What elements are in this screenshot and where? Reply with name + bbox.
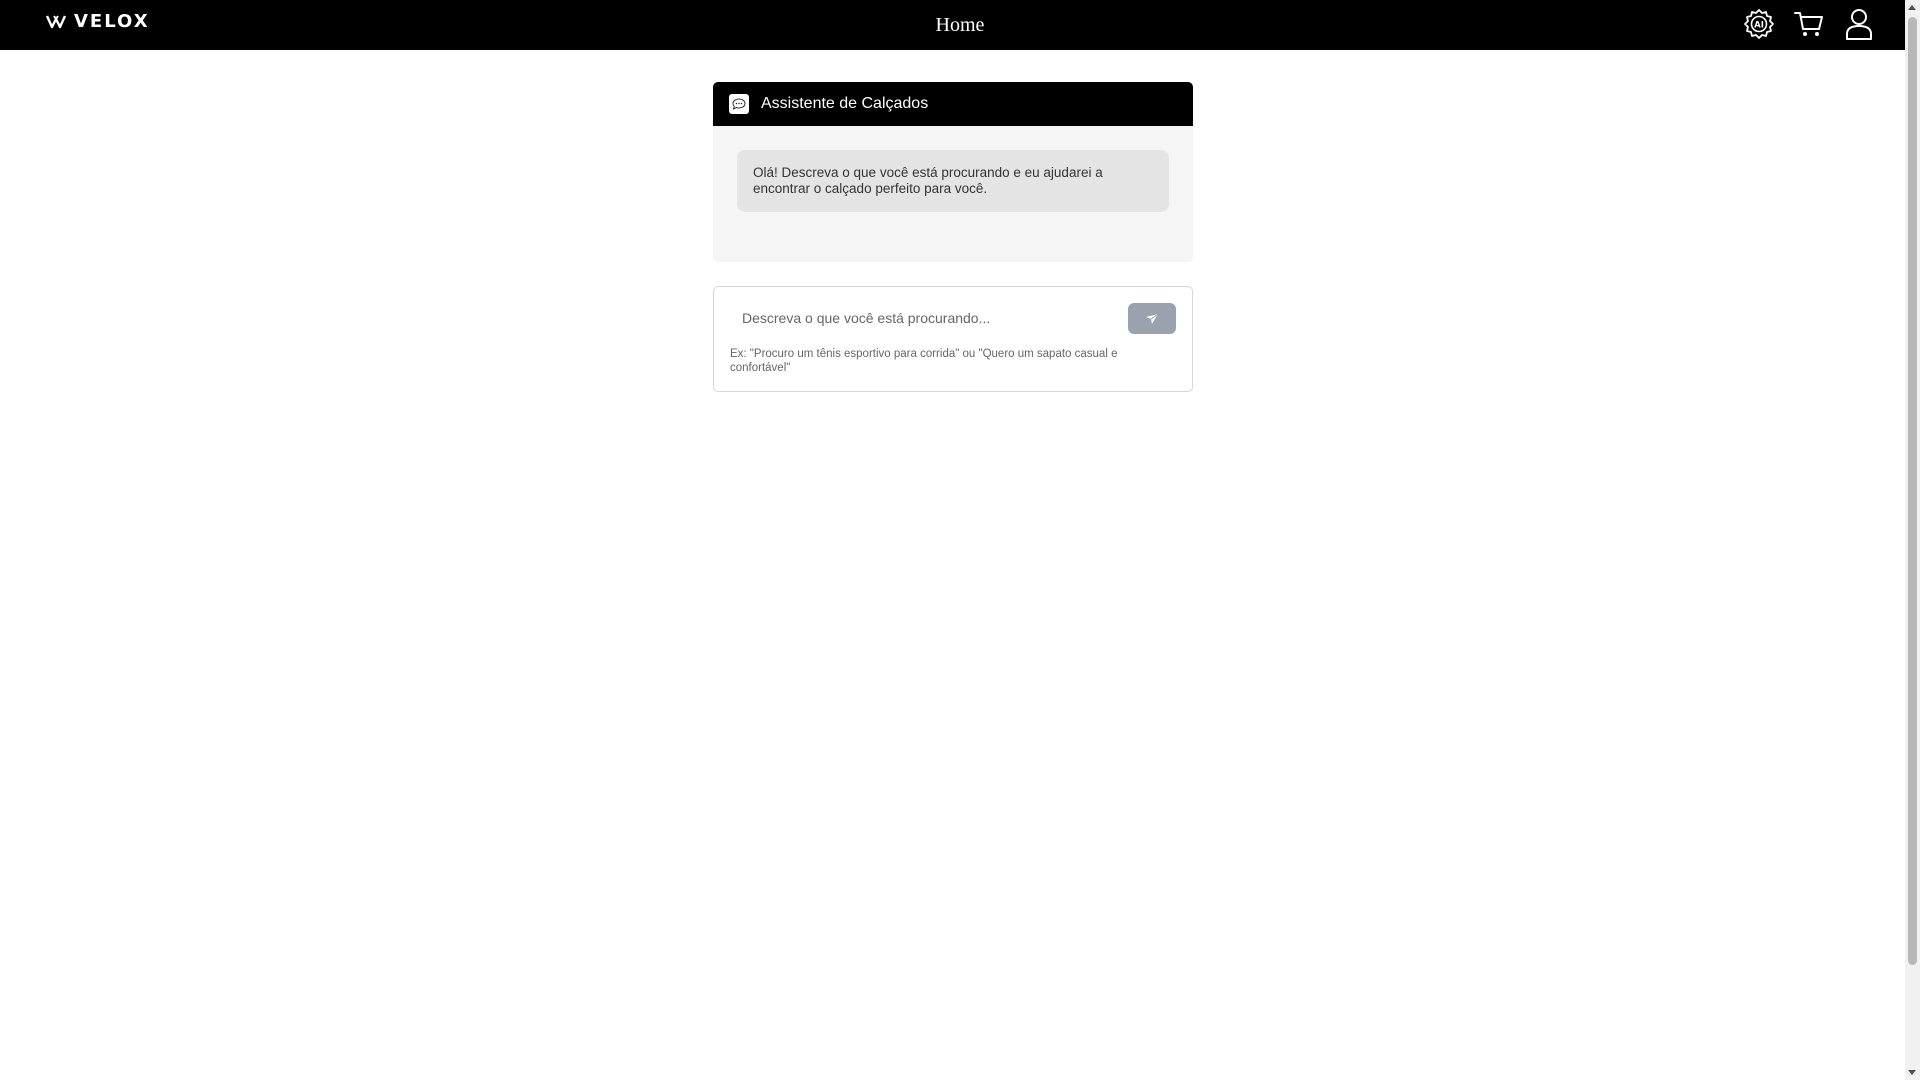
chat-header: Assistente de Calçados <box>713 82 1193 126</box>
chat-icon <box>729 94 749 114</box>
user-icon <box>1846 9 1872 40</box>
logo-text: VELOX <box>74 11 150 32</box>
cart-icon <box>1794 12 1823 36</box>
scroll-up-icon[interactable] <box>1908 5 1916 10</box>
send-icon <box>1146 313 1159 324</box>
scroll-down-icon[interactable] <box>1908 1070 1916 1075</box>
assistant-message: Olá! Descreva o que você está procurando… <box>737 150 1169 212</box>
chat-panel: Assistente de Calçados Olá! Descreva o q… <box>713 82 1193 262</box>
user-account-button[interactable] <box>1841 6 1877 42</box>
page-title: Home <box>935 14 985 36</box>
cart-button[interactable] <box>1791 6 1827 42</box>
velox-logo-icon <box>46 15 67 29</box>
logo[interactable]: VELOX <box>46 13 150 31</box>
header-actions: AI <box>1727 6 1877 42</box>
page: VELOX Home AI Assistente de Calçados Olá… <box>0 0 1920 1080</box>
top-navbar: VELOX Home AI <box>0 0 1905 50</box>
scrollbar-thumb[interactable] <box>1908 17 1917 965</box>
ai-settings-icon: AI <box>1744 9 1774 39</box>
send-button[interactable] <box>1128 303 1176 334</box>
search-hint: Ex: "Procuro um tênis esportivo para cor… <box>730 348 1118 374</box>
ai-settings-button[interactable]: AI <box>1741 6 1777 42</box>
search-panel: Ex: "Procuro um tênis esportivo para cor… <box>713 286 1193 392</box>
svg-text:AI: AI <box>1754 21 1764 31</box>
chat-title: Assistente de Calçados <box>761 95 929 112</box>
vertical-scrollbar[interactable] <box>1905 0 1920 1080</box>
search-input[interactable] <box>730 303 1122 333</box>
